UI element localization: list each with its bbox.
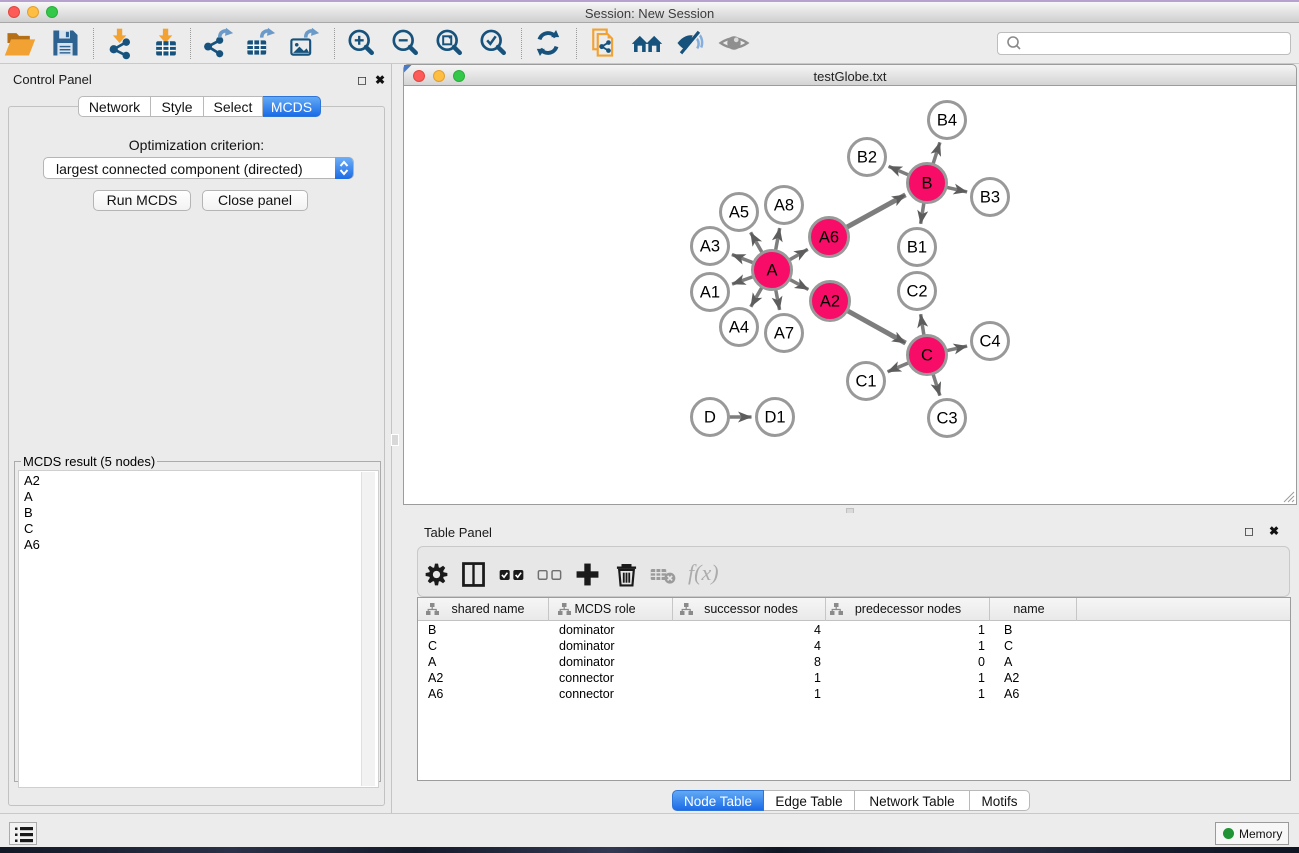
svg-text:A4: A4 <box>729 319 749 337</box>
svg-text:A7: A7 <box>774 325 794 343</box>
svg-text:D1: D1 <box>764 409 785 427</box>
svg-text:B3: B3 <box>980 189 1000 207</box>
svg-text:C2: C2 <box>906 283 927 301</box>
svg-text:D: D <box>704 409 716 427</box>
svg-text:B2: B2 <box>857 149 877 167</box>
svg-text:A6: A6 <box>819 229 839 247</box>
svg-text:C3: C3 <box>936 410 957 428</box>
svg-text:A: A <box>766 262 777 280</box>
svg-text:C4: C4 <box>979 333 1000 351</box>
svg-text:C1: C1 <box>855 373 876 391</box>
svg-text:A2: A2 <box>820 293 840 311</box>
svg-text:C: C <box>921 347 933 365</box>
svg-text:A5: A5 <box>729 204 749 222</box>
svg-text:A1: A1 <box>700 284 720 302</box>
svg-text:B4: B4 <box>937 112 957 130</box>
svg-text:B: B <box>921 175 932 193</box>
svg-text:A8: A8 <box>774 197 794 215</box>
svg-text:B1: B1 <box>907 239 927 257</box>
svg-text:A3: A3 <box>700 238 720 256</box>
